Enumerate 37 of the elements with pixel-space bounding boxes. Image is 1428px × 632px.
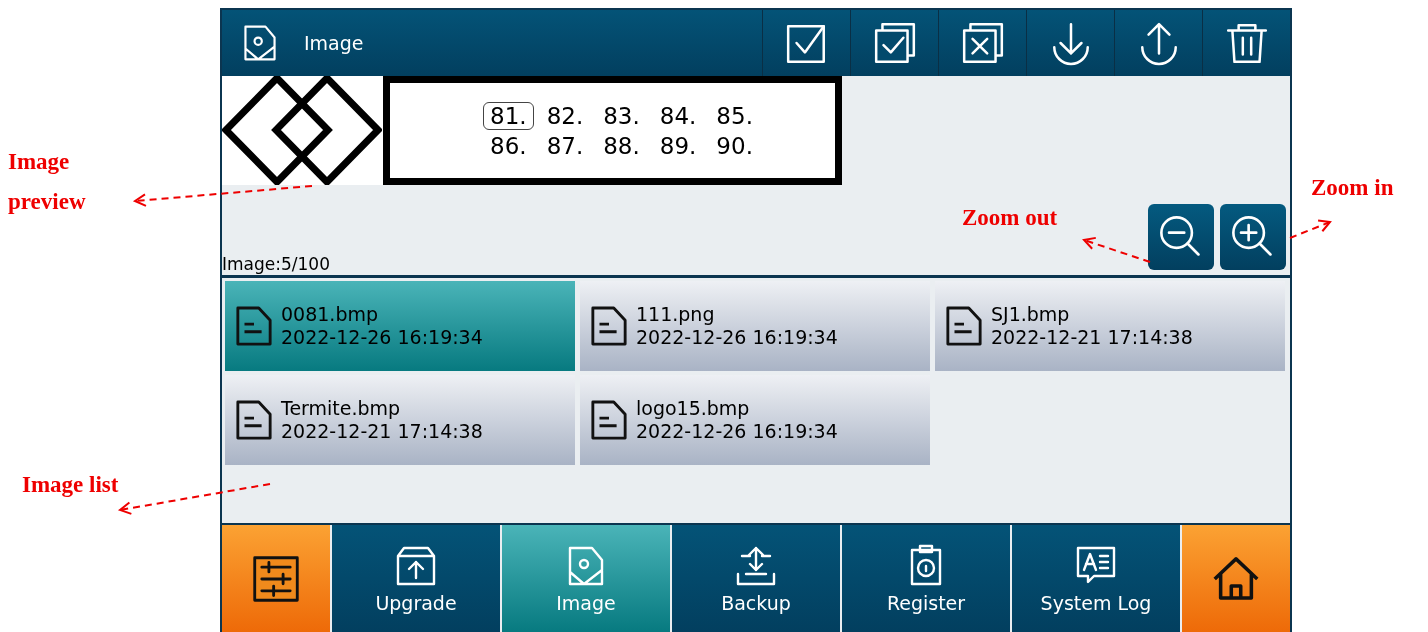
window-title: Image xyxy=(304,32,364,54)
preview-number: 82. xyxy=(545,101,585,130)
file-item[interactable]: SJ1.bmp 2022-12-21 17:14:38 xyxy=(935,281,1285,371)
settings-button[interactable] xyxy=(222,525,330,632)
annotation-arrow xyxy=(1289,219,1332,239)
image-count: Image:5/100 xyxy=(222,254,330,275)
annotation-label: Zoom out xyxy=(962,204,1058,232)
preview-number: 84. xyxy=(658,101,698,130)
preview-number: 83. xyxy=(602,101,641,130)
nav-tab[interactable]: Upgrade xyxy=(332,525,500,632)
annotation-label: Image list xyxy=(22,471,120,499)
nav-tab[interactable]: System Log xyxy=(1012,525,1180,632)
preview-number: 88. xyxy=(602,131,641,160)
preview-number: 81. xyxy=(483,101,534,130)
document-icon xyxy=(945,304,983,348)
file-item[interactable]: 0081.bmp 2022-12-26 16:19:34 xyxy=(225,281,575,371)
annotation-label: Zoom in xyxy=(1311,174,1394,202)
preview-number: 86. xyxy=(489,131,528,160)
document-icon xyxy=(235,304,273,348)
zoom-in-button[interactable] xyxy=(1220,204,1286,270)
preview-number: 85. xyxy=(715,101,754,130)
file-item[interactable]: Termite.bmp 2022-12-21 17:14:38 xyxy=(225,375,575,465)
nav-tab[interactable]: Register xyxy=(842,525,1010,632)
file-item[interactable]: 111.png 2022-12-26 16:19:34 xyxy=(580,281,930,371)
preview-number: 89. xyxy=(658,131,698,160)
preview-number: 90. xyxy=(715,131,754,160)
zoom-out-button[interactable] xyxy=(1148,204,1214,270)
home-button[interactable] xyxy=(1182,525,1290,632)
nav-tab[interactable]: Backup xyxy=(672,525,840,632)
document-icon xyxy=(590,398,628,442)
annotation-arrow xyxy=(1082,236,1151,263)
document-icon xyxy=(590,304,628,348)
annotation-label: Image preview xyxy=(8,148,87,216)
document-icon xyxy=(235,398,273,442)
preview-number: 87. xyxy=(545,131,585,160)
file-item[interactable]: logo15.bmp 2022-12-26 16:19:34 xyxy=(580,375,930,465)
nav-tab[interactable]: Image xyxy=(502,525,670,632)
